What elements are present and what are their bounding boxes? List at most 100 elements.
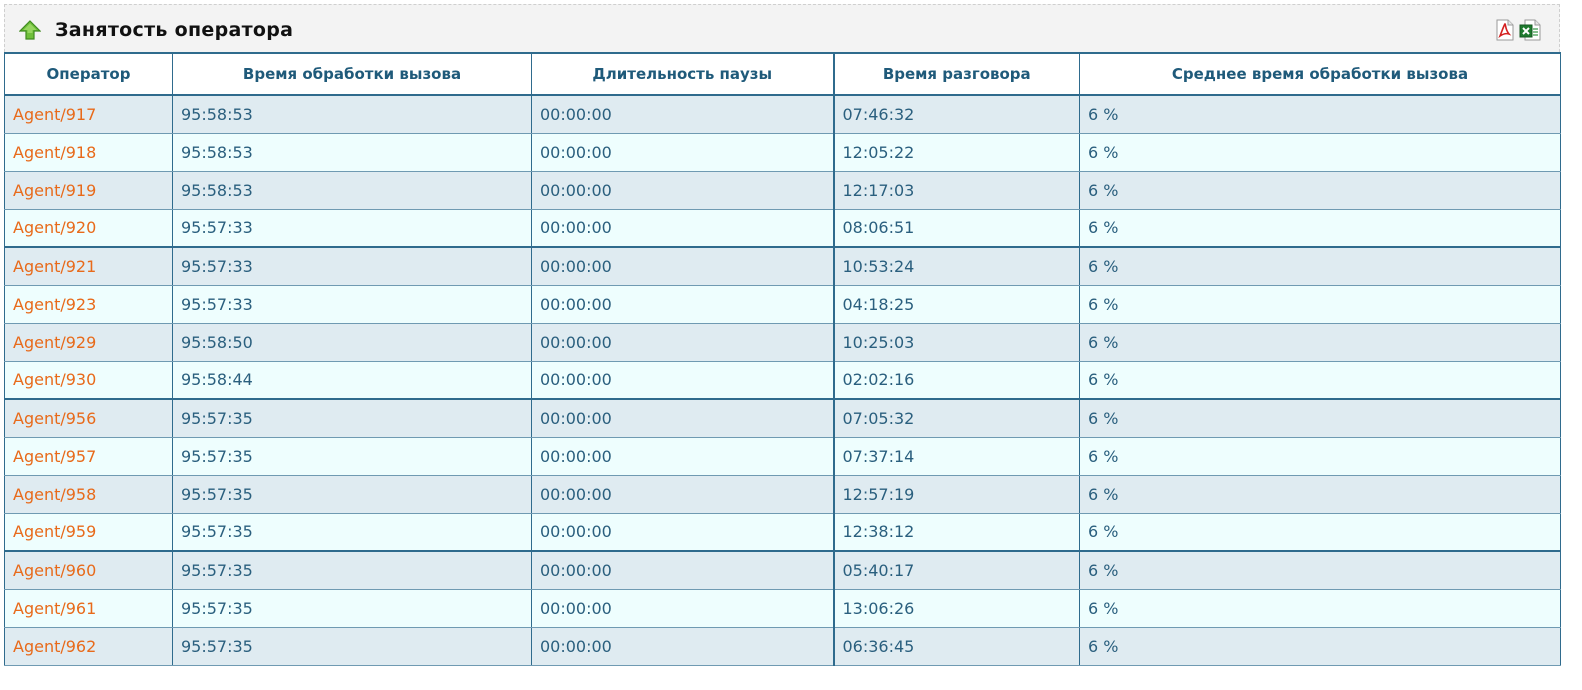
column-header-call-handling-time[interactable]: Время обработки вызова bbox=[172, 52, 532, 96]
talk-time-cell: 08:06:51 bbox=[832, 209, 1080, 248]
pause-duration-cell: 00:00:00 bbox=[531, 285, 834, 324]
pdf-icon[interactable] bbox=[1495, 19, 1515, 41]
column-header-average-handling-time[interactable]: Среднее время обработки вызова bbox=[1079, 52, 1561, 96]
average-handling-time-cell: 6 % bbox=[1079, 551, 1561, 590]
agent-link[interactable]: Agent/960 bbox=[4, 551, 173, 590]
pause-duration-cell: 00:00:00 bbox=[531, 513, 834, 552]
average-handling-time-cell: 6 % bbox=[1079, 475, 1561, 514]
talk-time-cell: 07:05:32 bbox=[832, 399, 1080, 438]
table-row: Agent/921 95:57:33 00:00:00 10:53:24 6 % bbox=[4, 247, 1561, 286]
talk-time-cell: 10:25:03 bbox=[832, 323, 1080, 362]
column-header-operator[interactable]: Оператор bbox=[4, 52, 173, 96]
talk-time-cell: 02:02:16 bbox=[832, 361, 1080, 400]
table-row: Agent/918 95:58:53 00:00:00 12:05:22 6 % bbox=[4, 133, 1561, 172]
excel-icon[interactable] bbox=[1519, 19, 1541, 41]
average-handling-time-cell: 6 % bbox=[1079, 361, 1561, 400]
pause-duration-cell: 00:00:00 bbox=[531, 475, 834, 514]
agent-link[interactable]: Agent/962 bbox=[4, 627, 173, 666]
pause-duration-cell: 00:00:00 bbox=[531, 399, 834, 438]
pause-duration-cell: 00:00:00 bbox=[531, 551, 834, 590]
call-handling-time-cell: 95:57:33 bbox=[172, 285, 532, 324]
average-handling-time-cell: 6 % bbox=[1079, 247, 1561, 286]
call-handling-time-cell: 95:58:50 bbox=[172, 323, 532, 362]
page-title: Занятость оператора bbox=[55, 19, 294, 41]
operator-occupancy-table: Оператор Время обработки вызова Длительн… bbox=[4, 52, 1561, 666]
average-handling-time-cell: 6 % bbox=[1079, 285, 1561, 324]
table-row: Agent/961 95:57:35 00:00:00 13:06:26 6 % bbox=[4, 589, 1561, 628]
average-handling-time-cell: 6 % bbox=[1079, 209, 1561, 248]
average-handling-time-cell: 6 % bbox=[1079, 627, 1561, 666]
pause-duration-cell: 00:00:00 bbox=[531, 95, 834, 134]
talk-time-cell: 07:37:14 bbox=[832, 437, 1080, 476]
talk-time-cell: 12:38:12 bbox=[832, 513, 1080, 552]
agent-link[interactable]: Agent/930 bbox=[4, 361, 173, 400]
column-header-talk-time[interactable]: Время разговора bbox=[832, 52, 1080, 96]
agent-link[interactable]: Agent/917 bbox=[4, 95, 173, 134]
average-handling-time-cell: 6 % bbox=[1079, 399, 1561, 438]
table-row: Agent/958 95:57:35 00:00:00 12:57:19 6 % bbox=[4, 475, 1561, 514]
call-handling-time-cell: 95:58:53 bbox=[172, 133, 532, 172]
table-row: Agent/960 95:57:35 00:00:00 05:40:17 6 % bbox=[4, 551, 1561, 590]
pause-duration-cell: 00:00:00 bbox=[531, 133, 834, 172]
call-handling-time-cell: 95:57:35 bbox=[172, 437, 532, 476]
talk-time-cell: 05:40:17 bbox=[832, 551, 1080, 590]
agent-link[interactable]: Agent/958 bbox=[4, 475, 173, 514]
table-row: Agent/959 95:57:35 00:00:00 12:38:12 6 % bbox=[4, 513, 1561, 552]
agent-link[interactable]: Agent/921 bbox=[4, 247, 173, 286]
pause-duration-cell: 00:00:00 bbox=[531, 323, 834, 362]
average-handling-time-cell: 6 % bbox=[1079, 171, 1561, 210]
agent-link[interactable]: Agent/957 bbox=[4, 437, 173, 476]
arrow-up-icon[interactable] bbox=[19, 20, 41, 40]
table-row: Agent/962 95:57:35 00:00:00 06:36:45 6 % bbox=[4, 627, 1561, 666]
agent-link[interactable]: Agent/923 bbox=[4, 285, 173, 324]
talk-time-cell: 13:06:26 bbox=[832, 589, 1080, 628]
talk-time-cell: 12:05:22 bbox=[832, 133, 1080, 172]
agent-link[interactable]: Agent/956 bbox=[4, 399, 173, 438]
column-header-pause-duration[interactable]: Длительность паузы bbox=[531, 52, 834, 96]
agent-link[interactable]: Agent/929 bbox=[4, 323, 173, 362]
average-handling-time-cell: 6 % bbox=[1079, 133, 1561, 172]
table-row: Agent/929 95:58:50 00:00:00 10:25:03 6 % bbox=[4, 323, 1561, 362]
pause-duration-cell: 00:00:00 bbox=[531, 627, 834, 666]
talk-time-cell: 12:17:03 bbox=[832, 171, 1080, 210]
talk-time-cell: 06:36:45 bbox=[832, 627, 1080, 666]
call-handling-time-cell: 95:57:35 bbox=[172, 475, 532, 514]
pause-duration-cell: 00:00:00 bbox=[531, 209, 834, 248]
table-header-row: Оператор Время обработки вызова Длительн… bbox=[4, 52, 1561, 96]
talk-time-cell: 04:18:25 bbox=[832, 285, 1080, 324]
table-row: Agent/956 95:57:35 00:00:00 07:05:32 6 % bbox=[4, 399, 1561, 438]
call-handling-time-cell: 95:57:35 bbox=[172, 513, 532, 552]
table-row: Agent/923 95:57:33 00:00:00 04:18:25 6 % bbox=[4, 285, 1561, 324]
table-row: Agent/919 95:58:53 00:00:00 12:17:03 6 % bbox=[4, 171, 1561, 210]
table-row: Agent/957 95:57:35 00:00:00 07:37:14 6 % bbox=[4, 437, 1561, 476]
average-handling-time-cell: 6 % bbox=[1079, 513, 1561, 552]
table-row: Agent/930 95:58:44 00:00:00 02:02:16 6 % bbox=[4, 361, 1561, 400]
agent-link[interactable]: Agent/959 bbox=[4, 513, 173, 552]
pause-duration-cell: 00:00:00 bbox=[531, 247, 834, 286]
pause-duration-cell: 00:00:00 bbox=[531, 361, 834, 400]
agent-link[interactable]: Agent/919 bbox=[4, 171, 173, 210]
table-row: Agent/917 95:58:53 00:00:00 07:46:32 6 % bbox=[4, 95, 1561, 134]
talk-time-cell: 12:57:19 bbox=[832, 475, 1080, 514]
average-handling-time-cell: 6 % bbox=[1079, 437, 1561, 476]
agent-link[interactable]: Agent/920 bbox=[4, 209, 173, 248]
agent-link[interactable]: Agent/961 bbox=[4, 589, 173, 628]
pause-duration-cell: 00:00:00 bbox=[531, 589, 834, 628]
pause-duration-cell: 00:00:00 bbox=[531, 437, 834, 476]
call-handling-time-cell: 95:57:33 bbox=[172, 209, 532, 248]
call-handling-time-cell: 95:57:35 bbox=[172, 399, 532, 438]
call-handling-time-cell: 95:58:44 bbox=[172, 361, 532, 400]
operator-occupancy-panel: Занятость оператора Оператор Время обраб… bbox=[4, 4, 1561, 690]
call-handling-time-cell: 95:57:33 bbox=[172, 247, 532, 286]
agent-link[interactable]: Agent/918 bbox=[4, 133, 173, 172]
table-row: Agent/920 95:57:33 00:00:00 08:06:51 6 % bbox=[4, 209, 1561, 248]
average-handling-time-cell: 6 % bbox=[1079, 323, 1561, 362]
call-handling-time-cell: 95:57:35 bbox=[172, 627, 532, 666]
talk-time-cell: 07:46:32 bbox=[832, 95, 1080, 134]
pause-duration-cell: 00:00:00 bbox=[531, 171, 834, 210]
call-handling-time-cell: 95:57:35 bbox=[172, 589, 532, 628]
call-handling-time-cell: 95:58:53 bbox=[172, 95, 532, 134]
average-handling-time-cell: 6 % bbox=[1079, 95, 1561, 134]
call-handling-time-cell: 95:57:35 bbox=[172, 551, 532, 590]
talk-time-cell: 10:53:24 bbox=[832, 247, 1080, 286]
